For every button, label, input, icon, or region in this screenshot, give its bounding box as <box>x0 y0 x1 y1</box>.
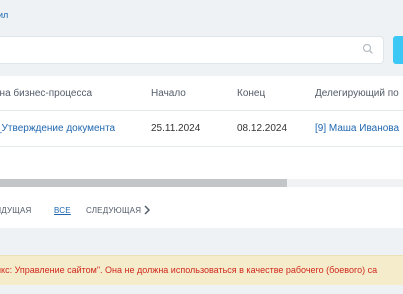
pagination-next[interactable]: СЛЕДУЮЩАЯ <box>86 206 141 215</box>
action-button[interactable] <box>393 36 403 64</box>
process-grid: она бизнес-процесса Начало Конец Делегир… <box>0 76 403 228</box>
column-header-start[interactable]: Начало <box>151 88 186 99</box>
search-icon[interactable] <box>361 41 375 57</box>
delegator-link[interactable]: [9] Маша Иванова <box>315 123 399 134</box>
column-header-name[interactable]: она бизнес-процесса <box>0 88 92 99</box>
horizontal-scrollbar-thumb[interactable] <box>0 179 287 187</box>
chevron-right-icon[interactable] <box>144 205 151 215</box>
column-header-end[interactable]: Конец <box>237 88 265 99</box>
filter-search-input[interactable] <box>0 36 384 64</box>
end-date: 08.12.2024 <box>237 123 288 134</box>
start-date: 25.11.2024 <box>151 123 201 134</box>
table-row[interactable]: _Утверждение документа 25.11.2024 08.12.… <box>0 111 403 147</box>
top-link[interactable]: ил <box>0 10 8 20</box>
warning-text: икс: Управление сайтом". Она не должна и… <box>0 265 378 275</box>
pagination: ЫДУЩАЯ ВСЕ СЛЕДУЮЩАЯ <box>0 205 403 220</box>
pagination-prev[interactable]: ЫДУЩАЯ <box>0 206 32 215</box>
column-header-delegator[interactable]: Делегирующий по <box>315 88 399 99</box>
warning-banner: икс: Управление сайтом". Она не должна и… <box>0 255 403 285</box>
pagination-all[interactable]: ВСЕ <box>54 206 71 215</box>
process-name-link[interactable]: _Утверждение документа <box>0 123 115 134</box>
grid-header: она бизнес-процесса Начало Конец Делегир… <box>0 76 403 111</box>
